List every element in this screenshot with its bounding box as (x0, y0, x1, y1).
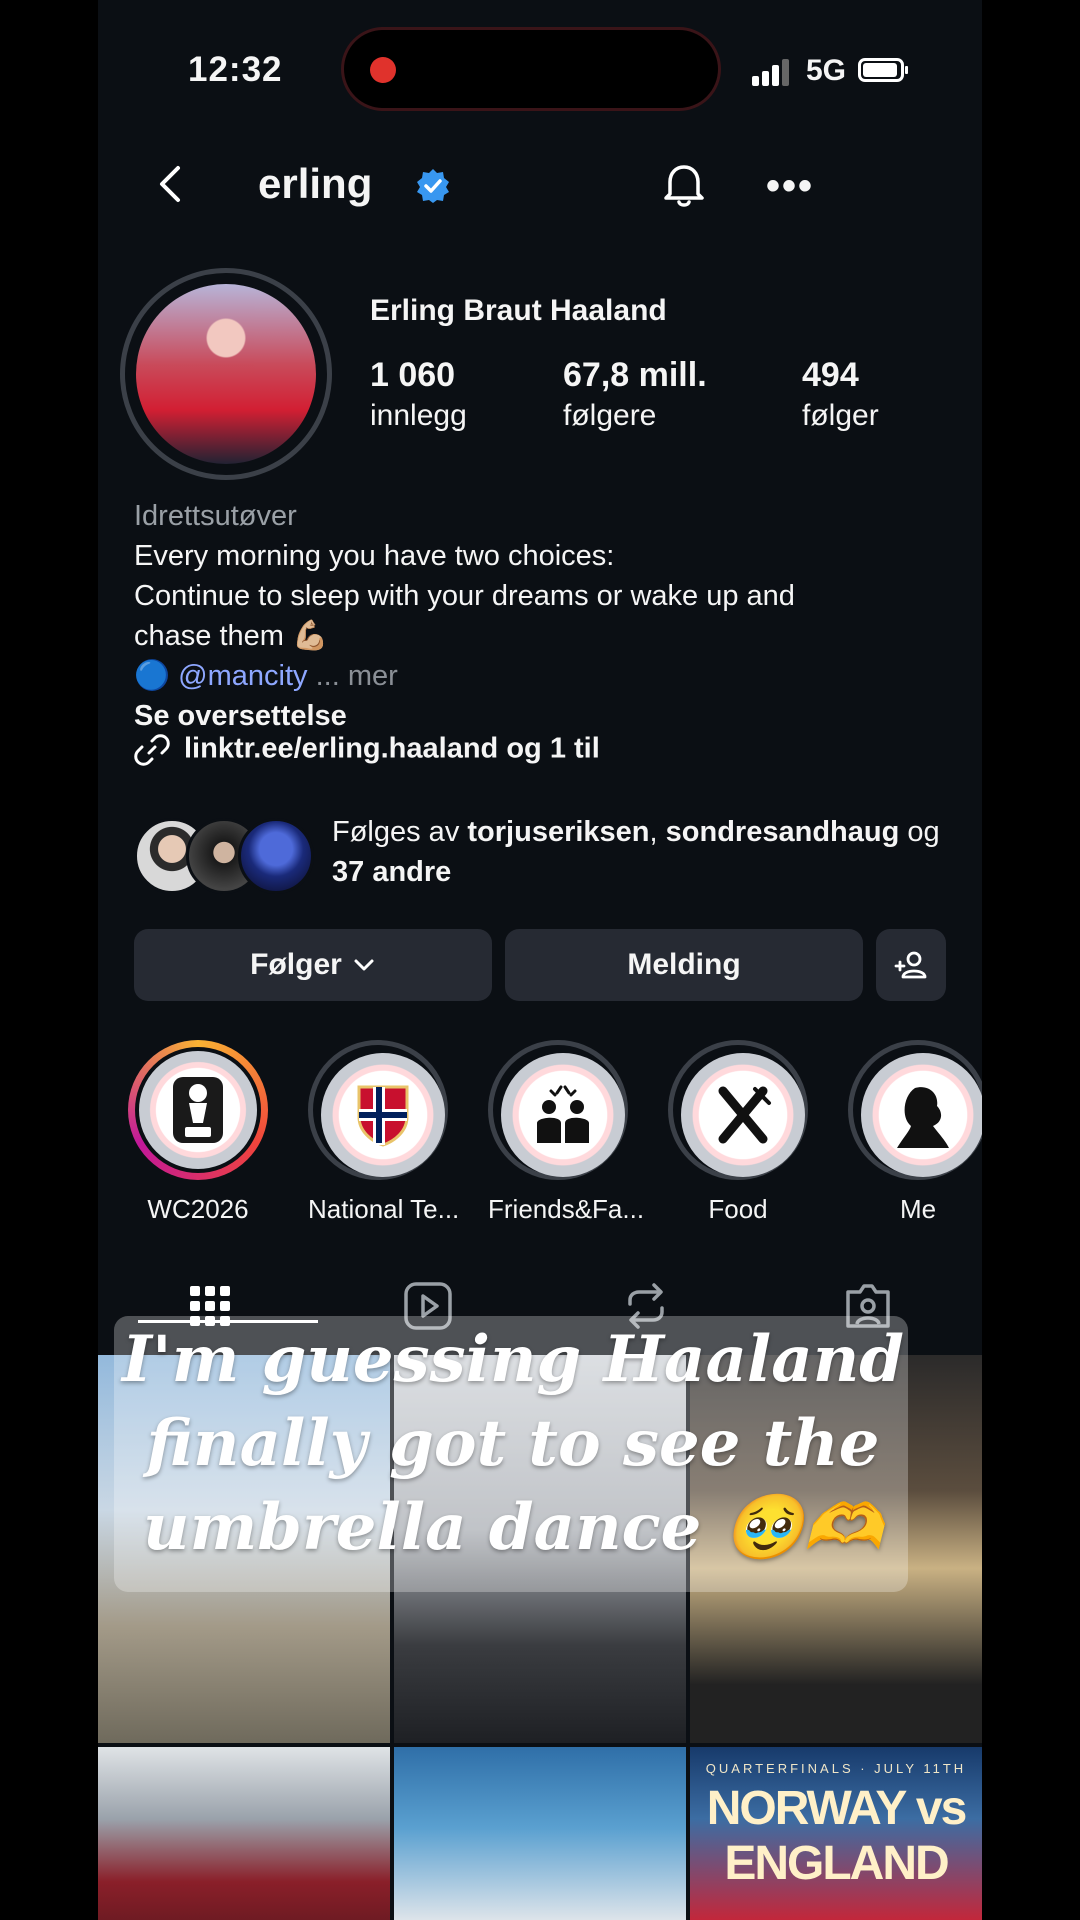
recording-indicator-icon (370, 57, 396, 83)
following-button[interactable]: Følger (134, 929, 492, 1001)
mention-link[interactable]: @mancity (178, 660, 307, 692)
signal-icon (752, 58, 792, 86)
follower-name: torjuseriksen (467, 816, 650, 848)
highlight-cover (501, 1053, 625, 1177)
overlay-caption: I'm guessing Haaland finally got to see … (122, 1322, 904, 1565)
stat-following[interactable]: 494 følger (802, 356, 879, 433)
highlight-label: Friends&Fa... (488, 1194, 645, 1224)
bio-mention-line: 🔵 @mancity ... mer (134, 656, 954, 696)
post-thumbnail[interactable] (98, 1747, 390, 1920)
blue-circle-emoji: 🔵 (134, 660, 171, 692)
external-link[interactable]: linktr.ee/erling.haaland og 1 til (134, 732, 600, 768)
highlight-ring (308, 1040, 448, 1180)
more-options-icon[interactable]: ••• (766, 164, 814, 209)
fork-knife-icon (718, 1086, 771, 1144)
highlight-me[interactable]: Me (848, 1040, 982, 1225)
highlight-label: Food (708, 1194, 768, 1224)
highlight-ring (668, 1040, 808, 1180)
bio-line: Continue to sleep with your dreams or wa… (134, 580, 795, 612)
highlight-ring (488, 1040, 628, 1180)
followed-by-prefix: Følges av (332, 816, 460, 848)
stat-followers-value: 67,8 mill. (563, 356, 707, 394)
back-arrow-icon[interactable] (148, 160, 196, 208)
highlight-national-team[interactable]: National Te... (308, 1040, 460, 1225)
bio: Idrettsutøver Every morning you have two… (134, 496, 954, 736)
post-thumbnail[interactable]: QUARTERFINALS · JULY 11TH NORWAY vs ENGL… (690, 1747, 982, 1920)
suggested-users-button[interactable] (876, 929, 946, 1001)
people-hugging-icon (537, 1085, 589, 1143)
verified-badge-icon (417, 169, 449, 203)
follower-name: sondresandhaug (665, 816, 900, 848)
profile-username: erling (258, 160, 373, 207)
stat-posts-label: innlegg (370, 399, 467, 432)
highlight-cover (861, 1053, 982, 1177)
bio-line: Every morning you have two choices: (134, 540, 615, 572)
highlight-food[interactable]: Food (668, 1040, 808, 1225)
translate-link[interactable]: Se oversettelse (134, 696, 954, 736)
stat-following-value: 494 (802, 356, 859, 394)
highlight-friends-family[interactable]: Friends&Fa... (488, 1040, 645, 1225)
highlight-cover (135, 1047, 261, 1173)
stat-posts-value: 1 060 (370, 356, 456, 394)
external-link-text: linktr.ee/erling.haaland og 1 til (184, 732, 600, 765)
network-type: 5G (806, 54, 847, 87)
notifications-bell-icon[interactable] (656, 156, 712, 212)
highlight-cover (681, 1053, 805, 1177)
profile-full-name: Erling Braut Haaland (370, 294, 667, 327)
tile-subtitle: QUARTERFINALS · JULY 11TH (705, 1761, 967, 1776)
link-icon (134, 734, 170, 766)
status-bar: 12:32 5G (98, 0, 982, 140)
highlight-ring (848, 1040, 982, 1180)
add-person-icon (894, 951, 927, 979)
message-button[interactable]: Melding (505, 929, 863, 1001)
norway-shield-icon (357, 1085, 409, 1147)
avatar[interactable] (136, 284, 316, 464)
more-link[interactable]: ... mer (316, 660, 398, 692)
stat-followers[interactable]: 67,8 mill. følgere (563, 356, 707, 433)
dynamic-island (341, 27, 721, 111)
followed-by-others: 37 andre (332, 856, 452, 888)
bio-line: chase them 💪🏼 (134, 620, 329, 652)
tile-title: NORWAY vs ENGLAND (706, 1782, 968, 1890)
battery-icon (858, 58, 908, 82)
highlight-label: WC2026 (147, 1194, 249, 1224)
stat-followers-label: følgere (563, 399, 657, 432)
status-time: 12:32 (188, 50, 283, 89)
profile-category: Idrettsutøver (134, 500, 297, 532)
following-button-label: Følger (250, 948, 342, 981)
message-button-label: Melding (627, 948, 741, 981)
highlight-ring (128, 1040, 268, 1180)
stat-posts[interactable]: 1 060 innlegg (370, 356, 467, 433)
followed-by[interactable]: Følges av torjuseriksen, sondresandhaug … (134, 812, 954, 898)
profile-screen: 12:32 5G erling ••• Erling Braut Haaland… (98, 0, 982, 1920)
avatar (238, 818, 314, 894)
followed-by-text: Følges av torjuseriksen, sondresandhaug … (332, 812, 962, 892)
chevron-down-icon (354, 959, 374, 971)
stat-following-label: følger (802, 399, 879, 432)
highlight-label: Me (899, 1194, 937, 1224)
fifa-trophy-icon (173, 1077, 223, 1143)
separator: , (649, 816, 658, 848)
post-thumbnail[interactable] (394, 1747, 686, 1920)
highlight-cover (321, 1053, 445, 1177)
followed-by-and: og (907, 816, 940, 848)
profile-header: erling ••• (98, 150, 982, 222)
highlight-wc2026[interactable]: WC2026 (128, 1040, 268, 1225)
person-silhouette-icon (897, 1087, 949, 1148)
highlight-label: National Te... (308, 1194, 460, 1224)
